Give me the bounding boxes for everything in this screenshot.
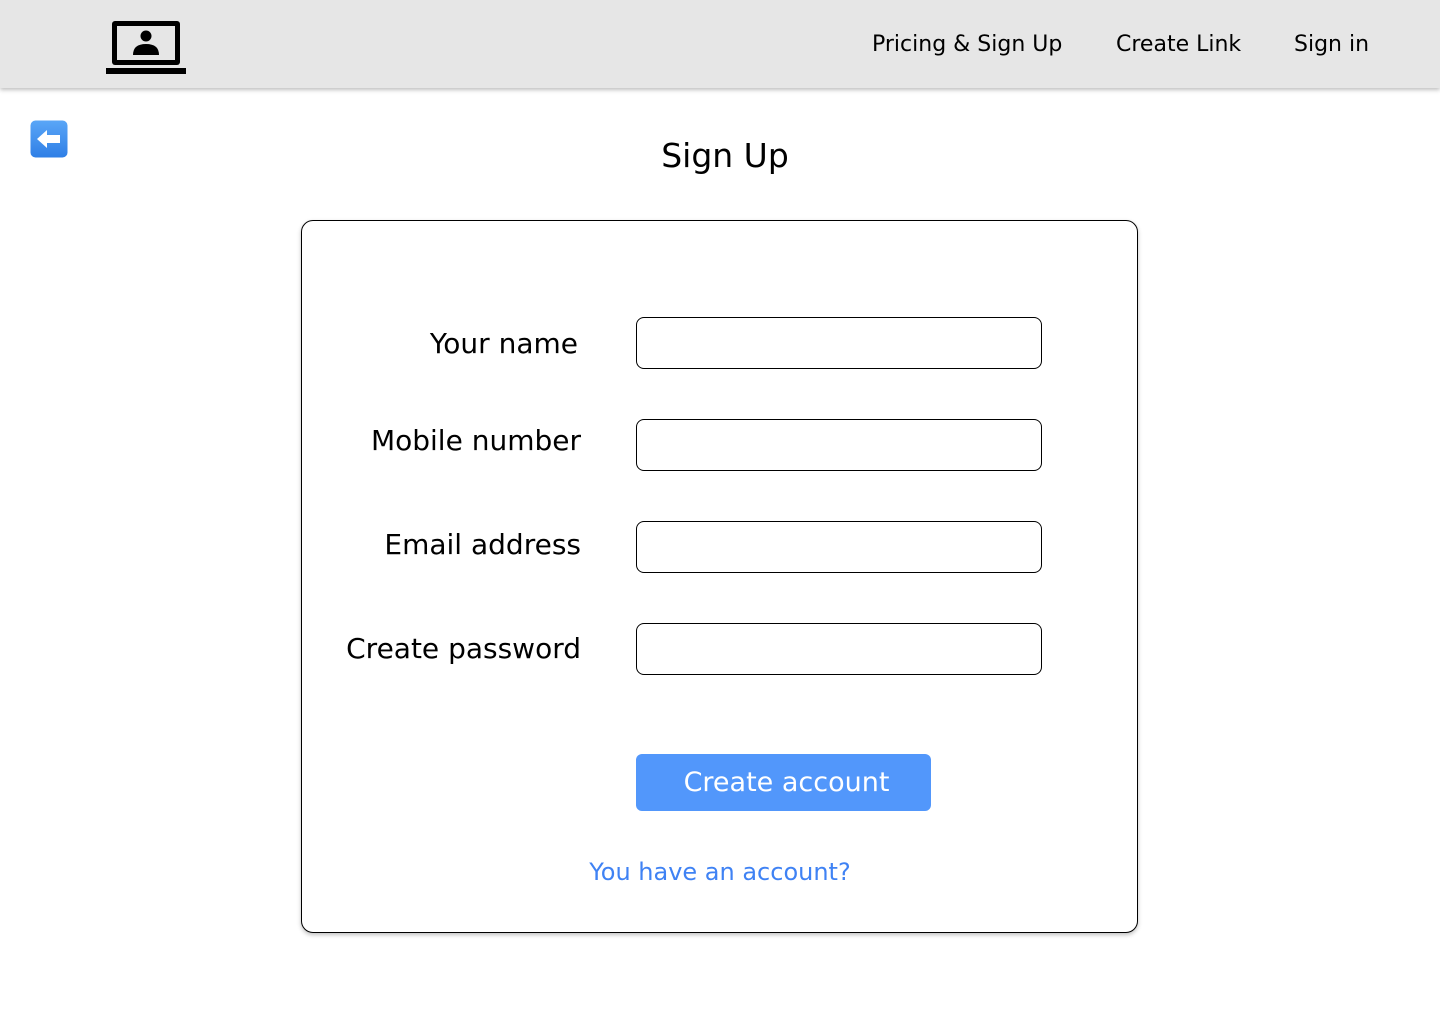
top-navbar: Pricing & Sign Up Create Link Sign in (0, 0, 1440, 88)
name-input[interactable] (636, 317, 1042, 369)
password-input[interactable] (636, 623, 1042, 675)
mobile-input[interactable] (636, 419, 1042, 471)
email-label: Email address (384, 528, 581, 561)
email-input[interactable] (636, 521, 1042, 573)
nav-sign-in[interactable]: Sign in (1294, 0, 1369, 88)
nav-pricing-signup[interactable]: Pricing & Sign Up (872, 0, 1062, 88)
name-label: Your name (429, 327, 578, 360)
create-account-button[interactable]: Create account (636, 754, 931, 811)
page-title: Sign Up (661, 136, 789, 175)
laptop-user-icon[interactable] (104, 18, 188, 76)
mobile-label: Mobile number (370, 424, 581, 457)
nav-create-link[interactable]: Create Link (1116, 0, 1241, 88)
have-account-link[interactable]: You have an account? (0, 856, 1440, 888)
password-label: Create password (346, 632, 581, 665)
